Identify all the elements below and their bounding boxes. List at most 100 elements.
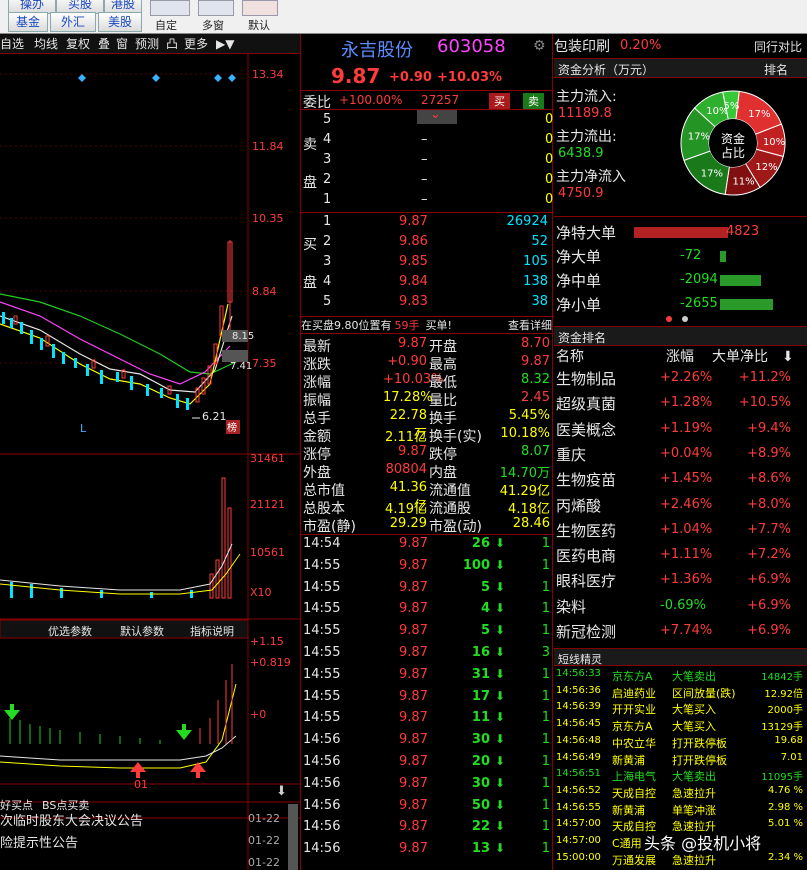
net-value: -72 xyxy=(680,248,702,263)
news-item-1[interactable]: 次临时股东大会决议公告 xyxy=(0,810,143,829)
tab-more[interactable]: 更多 xyxy=(184,34,208,54)
board-row-name[interactable]: 医药电商 xyxy=(556,545,616,566)
sell-button[interactable]: 卖 xyxy=(523,93,544,109)
weibi-value: +100.00% xyxy=(339,93,403,107)
news-item-2[interactable]: 险提示性公告 xyxy=(0,832,78,851)
board-row-name[interactable]: 生物制品 xyxy=(556,368,616,389)
sprite-stock[interactable]: 新黄浦 xyxy=(612,752,645,768)
board-row-name[interactable]: 眼科医疗 xyxy=(556,570,616,591)
tab-default-params[interactable]: 默认参数 xyxy=(120,623,164,639)
tick-time: 14:56 xyxy=(303,819,341,835)
sprite-stock[interactable]: 开开实业 xyxy=(612,701,656,717)
custom-icon[interactable] xyxy=(150,0,190,16)
board-row-name[interactable]: 生物疫苗 xyxy=(556,469,616,490)
stat-label: 振幅 xyxy=(303,393,331,409)
expand-icon[interactable]: ▶▼ xyxy=(216,34,234,54)
col-ratio[interactable]: 大单净比 xyxy=(712,346,768,368)
fund-button[interactable]: 基金 xyxy=(8,12,48,32)
stat-value: 9.87 xyxy=(398,336,427,351)
bar-info: 在买盘9.80位置有 59手 买单! 查看详细 xyxy=(301,316,554,334)
board-row-name[interactable]: 新冠检测 xyxy=(556,621,616,642)
view-detail-link[interactable]: 查看详细 xyxy=(508,317,552,334)
board-row-name[interactable]: 丙烯酸 xyxy=(556,495,601,516)
net-bar xyxy=(720,275,761,286)
sprite-stock[interactable]: 启迪药业 xyxy=(612,685,656,701)
down-arrow-icon: ⬇ xyxy=(495,710,506,725)
buy-label-2: 盘 xyxy=(303,275,317,291)
net-label: 净特大单 xyxy=(556,224,617,242)
us-stock-button[interactable]: 美股 xyxy=(98,12,142,32)
sprite-stock[interactable]: 万通发展 xyxy=(612,852,656,868)
tab-indicator-help[interactable]: 指标说明 xyxy=(190,623,234,639)
board-row-ratio: +7.2% xyxy=(747,547,791,563)
tab-predict[interactable]: 预测 xyxy=(135,34,159,54)
mid-mark: 7.41 xyxy=(230,361,252,372)
buy-price: 9.86 xyxy=(399,234,428,249)
board-colheads: 名称 涨幅 大单净比 ⬇ xyxy=(554,346,807,368)
sprite-stock[interactable]: 京东方A xyxy=(612,718,653,734)
default-icon[interactable] xyxy=(242,0,278,16)
sprite-stock[interactable]: 中农立华 xyxy=(612,735,656,751)
multi-window-icon[interactable] xyxy=(198,0,234,16)
tick-count: 1 xyxy=(541,666,550,682)
stat-label: 市盈(静) xyxy=(303,519,356,535)
tab-convex[interactable]: 凸 xyxy=(166,34,178,54)
tick-time: 14:56 xyxy=(303,775,341,791)
sell-volume: 0 xyxy=(545,192,554,207)
sector-name[interactable]: 包装印刷 xyxy=(554,36,610,56)
sprite-stock[interactable]: 天成自控 xyxy=(612,785,656,801)
col-name[interactable]: 名称 xyxy=(556,346,584,368)
tab-adjust[interactable]: 复权 xyxy=(66,34,90,54)
inflow-value: 11189.8 xyxy=(558,106,612,121)
peer-compare-link[interactable]: 同行对比 xyxy=(754,38,802,55)
sprite-time: 14:56:45 xyxy=(556,718,601,730)
sell-label-1: 卖 xyxy=(303,137,317,153)
sprite-stock[interactable]: C通用 xyxy=(612,835,642,851)
board-row-name[interactable]: 染料 xyxy=(556,596,586,617)
board-title: 资金排名 xyxy=(558,331,607,345)
tick-time: 14:55 xyxy=(303,688,341,704)
sprite-stock[interactable]: 京东方A xyxy=(612,668,653,684)
board-row-name[interactable]: 生物医药 xyxy=(556,520,616,541)
forex-button[interactable]: 外汇 xyxy=(50,12,96,32)
sprite-value: 19.68 xyxy=(774,734,803,746)
stat-label: 最高 xyxy=(429,357,457,373)
tab-opt-params[interactable]: 优选参数 xyxy=(48,623,92,639)
tab-window[interactable]: 窗 xyxy=(116,34,128,54)
tick-price: 9.87 xyxy=(399,819,428,835)
stat-label: 涨跌 xyxy=(303,357,331,373)
board-row-ratio: +6.9% xyxy=(747,597,791,613)
board-row-pct: +2.26% xyxy=(660,370,713,385)
down-arrow-icon: ⬇ xyxy=(495,819,506,834)
download-icon[interactable]: ⬇ xyxy=(276,784,287,799)
tick-time: 14:56 xyxy=(303,841,341,857)
sprite-stock[interactable]: 新黄浦 xyxy=(612,802,645,818)
board-row-name[interactable]: 医美概念 xyxy=(556,419,616,440)
tick-count: 1 xyxy=(541,754,550,769)
tab-ma[interactable]: 均线 xyxy=(34,34,58,54)
sprite-event: 急速拉升 xyxy=(672,853,716,867)
down-arrow-icon: ⬇ xyxy=(495,666,506,681)
sprite-value: 7.01 xyxy=(780,751,803,763)
board-row-ratio: +6.9% xyxy=(747,623,791,638)
news-scrollbar[interactable] xyxy=(288,804,298,870)
fund-rank-link[interactable]: 排名 xyxy=(764,61,788,78)
sprite-stock[interactable]: 上海电气 xyxy=(612,768,656,784)
gear-icon[interactable]: ⚙ xyxy=(533,38,546,54)
collapse-chevron-icon[interactable]: ⌄ xyxy=(417,107,457,124)
stat-value: 8.07 xyxy=(521,444,550,459)
tab-watchlist[interactable]: 自选 xyxy=(0,34,24,54)
tick-time: 14:55 xyxy=(303,579,341,595)
stat-label: 总市值 xyxy=(303,483,345,499)
donut-label: 17% xyxy=(701,168,723,179)
sprite-time: 14:57:00 xyxy=(556,818,601,830)
donut-label: 5% xyxy=(724,101,740,112)
board-row-name[interactable]: 重庆 xyxy=(556,444,586,465)
col-pct[interactable]: 涨幅 xyxy=(666,346,694,368)
stat-value: 8.32 xyxy=(521,372,550,387)
net-bar xyxy=(720,299,773,310)
board-row-name[interactable]: 超级真菌 xyxy=(556,393,616,414)
tab-overlay[interactable]: 叠 xyxy=(98,34,110,54)
buy-button[interactable]: 买 xyxy=(489,93,510,109)
sort-desc-icon[interactable]: ⬇ xyxy=(782,346,794,368)
